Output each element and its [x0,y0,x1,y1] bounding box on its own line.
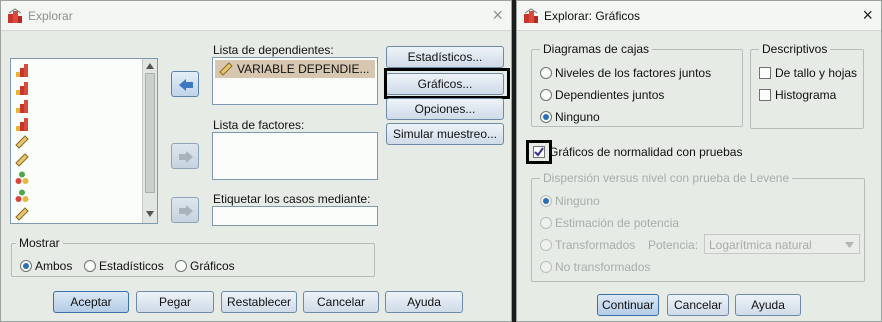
spss-app-icon [8,8,22,23]
reset-button[interactable]: Restablecer [221,291,297,313]
ruler-icon[interactable] [15,207,29,221]
explore-titlebar: Explorar × [1,1,511,31]
boxplot-dependents-radio[interactable] [540,89,552,101]
label-cases-field[interactable] [212,206,378,226]
options-button[interactable]: Opciones... [386,98,504,120]
ok-button[interactable]: Aceptar [53,291,129,313]
power-label: Potencia: [648,238,699,252]
boxplot-none-radio[interactable] [540,111,552,123]
cancel-button[interactable]: Cancelar [303,291,379,313]
nominal-icon[interactable] [15,189,29,203]
help-button[interactable]: Ayuda [735,294,801,316]
nominal-icon[interactable] [15,171,29,185]
close-icon[interactable]: × [862,5,873,25]
graphs-titlebar: Explorar: Gráficos × [517,1,881,31]
dependents-list[interactable]: VARIABLE DEPENDIE... [212,57,378,105]
arrow-right-icon [179,151,193,163]
show-statistics-radio[interactable] [84,260,96,272]
levene-transformed-radio[interactable] [540,239,552,251]
bar-chart-icon[interactable] [15,99,29,113]
levene-power-estimation-radio[interactable] [540,217,552,229]
levene-untransformed-label: No transformados [555,260,651,274]
normality-label: Gráficos de normalidad con pruebas [549,145,743,159]
levene-untransformed-radio[interactable] [540,261,552,273]
simulate-button[interactable]: Simular muestreo... [386,123,504,145]
source-variable-list[interactable] [10,58,158,224]
ruler-icon[interactable] [15,135,29,149]
move-to-label-button[interactable] [171,197,199,223]
stem-leaf-checkbox[interactable] [759,67,771,79]
stem-leaf-label: De tallo y hojas [775,66,858,80]
move-to-dependents-button[interactable] [171,71,199,97]
bar-chart-icon[interactable] [15,117,29,131]
paste-button[interactable]: Pegar [136,291,214,313]
factors-label: Lista de factores: [213,118,305,132]
levene-none-radio[interactable] [540,195,552,207]
chevron-down-icon [845,242,854,248]
cancel-button[interactable]: Cancelar [667,294,729,316]
bar-chart-icon[interactable] [15,63,29,77]
histogram-checkbox[interactable] [759,89,771,101]
graphs-highlight [384,68,510,99]
power-select-value: Logarítmica natural [709,238,812,252]
power-select[interactable]: Logarítmica natural [704,234,860,254]
scroll-up-icon[interactable] [146,63,154,69]
show-both-label: Ambos [35,259,73,273]
move-to-factors-button[interactable] [171,143,199,169]
show-graphs-label: Gráficos [190,259,235,273]
window-title: Explorar: Gráficos [544,9,641,23]
scroll-thumb[interactable] [145,73,155,193]
explore-graphs-dialog: Explorar: Gráficos × Diagramas de cajas … [516,0,882,322]
source-list-scrollbar[interactable] [142,59,157,223]
levene-legend: Dispersión versus nivel con prueba de Le… [540,171,793,185]
statistics-button[interactable]: Estadísticos... [386,46,504,68]
levene-transformed-label: Transformados [555,238,636,252]
arrow-left-icon [179,79,193,91]
label-cases-label: Etiquetar los casos mediante: [213,192,371,206]
arrow-right-icon [179,205,193,217]
bar-chart-icon[interactable] [15,81,29,95]
scroll-down-icon[interactable] [146,211,154,217]
dependent-item[interactable]: VARIABLE DEPENDIE... [215,60,375,78]
factors-list[interactable] [212,132,378,180]
show-group-legend: Mostrar [16,236,63,250]
levene-none-label: Ninguno [555,194,600,208]
levene-power-estimation-label: Estimación de potencia [555,216,680,230]
help-button[interactable]: Ayuda [385,291,463,313]
histogram-label: Histograma [775,88,837,102]
window-title: Explorar [28,9,73,23]
descriptives-group: Descriptivos De tallo y hojas Histograma [750,42,864,129]
descriptives-legend: Descriptivos [759,42,831,56]
ruler-icon [219,62,233,76]
boxplot-factor-levels-label: Niveles de los factores juntos [555,66,712,80]
boxplot-factor-levels-radio[interactable] [540,67,552,79]
show-statistics-label: Estadísticos [99,259,164,273]
boxplot-dependents-label: Dependientes juntos [555,88,665,102]
explore-dialog: Explorar × Lista de dependientes: VARIAB… [0,0,512,322]
levene-group: Dispersión versus nivel con prueba de Le… [531,171,865,282]
show-graphs-radio[interactable] [175,260,187,272]
boxplots-group: Diagramas de cajas Niveles de los factor… [531,42,743,127]
show-group: Mostrar Ambos Estadísticos Gráficos [11,236,375,277]
dependent-item-label: VARIABLE DEPENDIE... [237,62,370,76]
close-icon[interactable]: × [492,5,503,25]
continue-button[interactable]: Continuar [597,294,659,316]
boxplot-none-label: Ninguno [555,110,600,124]
show-both-radio[interactable] [20,260,32,272]
spss-app-icon [524,8,538,23]
boxplots-legend: Diagramas de cajas [540,42,653,56]
ruler-icon[interactable] [15,153,29,167]
dependents-label: Lista de dependientes: [213,43,334,57]
